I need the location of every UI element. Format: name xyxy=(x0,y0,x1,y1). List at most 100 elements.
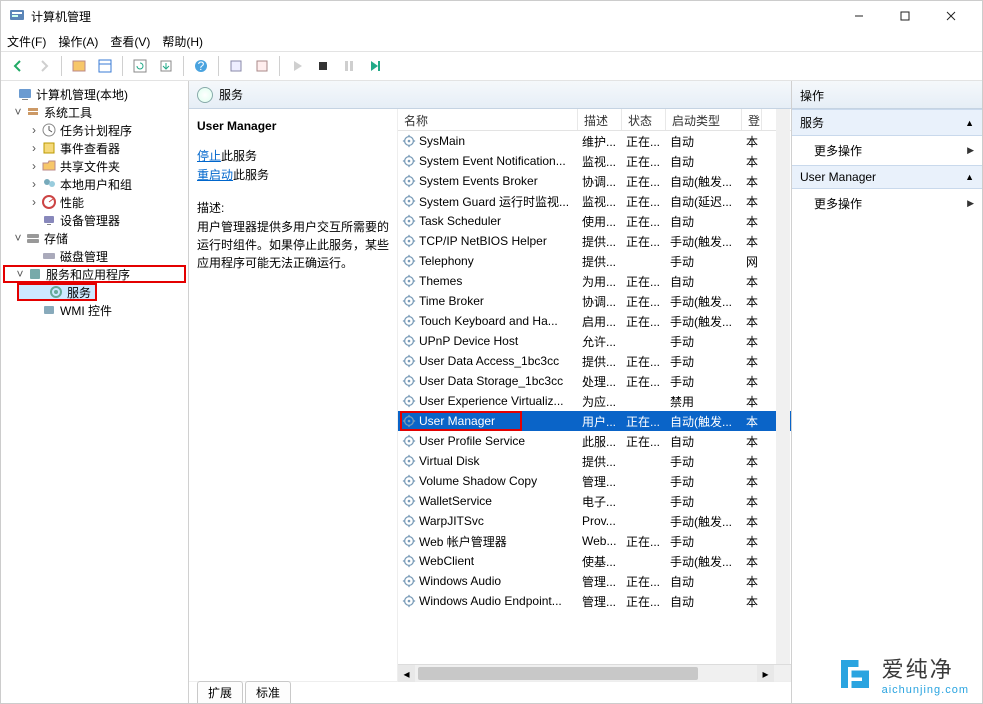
scroll-left-icon[interactable]: ◂ xyxy=(398,665,415,682)
service-row[interactable]: WarpJITSvcProv...手动(触发...本 xyxy=(398,511,791,531)
stop-icon[interactable] xyxy=(312,55,334,77)
tab-standard[interactable]: 标准 xyxy=(245,681,291,703)
service-row[interactable]: Volume Shadow Copy管理...手动本 xyxy=(398,471,791,491)
actions-section-usermanager[interactable]: User Manager▲ xyxy=(792,165,982,189)
tab-strip: 扩展 标准 xyxy=(189,681,791,703)
tree-disk-management[interactable]: 磁盘管理 xyxy=(3,247,186,265)
service-row[interactable]: Windows Audio管理...正在...自动本 xyxy=(398,571,791,591)
tree-shared-folders[interactable]: ›共享文件夹 xyxy=(3,157,186,175)
tree-root[interactable]: 计算机管理(本地) xyxy=(3,85,186,103)
service-row[interactable]: User Experience Virtualiz...为应...禁用本 xyxy=(398,391,791,411)
service-name: User Manager xyxy=(197,119,389,133)
restart-link[interactable]: 重启动 xyxy=(197,168,233,182)
play-icon[interactable] xyxy=(286,55,308,77)
service-row[interactable]: Windows Audio Endpoint...管理...正在...自动本 xyxy=(398,591,791,611)
service-row[interactable]: User Manager用户...正在...自动(触发...本 xyxy=(398,411,791,431)
more-actions-services[interactable]: 更多操作▶ xyxy=(792,136,982,165)
services-list[interactable]: SysMain维护...正在...自动本System Event Notific… xyxy=(398,131,791,664)
desc-text: 用户管理器提供多用户交互所需要的运行时组件。如果停止此服务，某些应用程序可能无法… xyxy=(197,218,389,272)
scroll-right-icon[interactable]: ▸ xyxy=(757,665,774,682)
col-startup[interactable]: 启动类型 xyxy=(666,109,742,130)
tree-wmi[interactable]: WMI 控件 xyxy=(3,301,186,319)
service-row[interactable]: Touch Keyboard and Ha...启用...正在...手动(触发.… xyxy=(398,311,791,331)
window-title: 计算机管理 xyxy=(31,8,836,25)
stop-link[interactable]: 停止 xyxy=(197,149,221,163)
service-row[interactable]: Telephony提供...手动网 xyxy=(398,251,791,271)
service-row[interactable]: WebClient使基...手动(触发...本 xyxy=(398,551,791,571)
toolbar: ? xyxy=(1,51,982,81)
vertical-scrollbar[interactable] xyxy=(776,109,790,664)
service-row[interactable]: Themes为用...正在...自动本 xyxy=(398,271,791,291)
col-desc[interactable]: 描述 xyxy=(578,109,622,130)
titlebar: 计算机管理 xyxy=(1,1,982,31)
actions-header: 操作 xyxy=(792,81,982,109)
col-logon[interactable]: 登 xyxy=(742,109,762,130)
watermark-cn: 爱纯净 xyxy=(882,652,969,684)
menubar: 文件(F) 操作(A) 查看(V) 帮助(H) xyxy=(1,31,982,51)
tree-system-tools[interactable]: ˅系统工具 xyxy=(3,103,186,121)
services-header-label: 服务 xyxy=(219,86,243,103)
services-header: 服务 xyxy=(189,81,791,109)
export-icon[interactable] xyxy=(155,55,177,77)
service-row[interactable]: User Data Access_1bc3cc提供...正在...手动本 xyxy=(398,351,791,371)
restart-suffix: 此服务 xyxy=(233,168,269,182)
forward-button[interactable] xyxy=(33,55,55,77)
menu-help[interactable]: 帮助(H) xyxy=(162,33,203,50)
watermark-en: aichunjing.com xyxy=(882,684,969,696)
tree-local-users[interactable]: ›本地用户和组 xyxy=(3,175,186,193)
service-row[interactable]: Virtual Disk提供...手动本 xyxy=(398,451,791,471)
service-row[interactable]: Time Broker协调...正在...手动(触发...本 xyxy=(398,291,791,311)
toolbar-icon[interactable] xyxy=(251,55,273,77)
tree-performance[interactable]: ›性能 xyxy=(3,193,186,211)
minimize-button[interactable] xyxy=(836,2,882,30)
column-header: 名称 描述 状态 启动类型 登 xyxy=(398,109,791,131)
maximize-button[interactable] xyxy=(882,2,928,30)
col-status[interactable]: 状态 xyxy=(622,109,666,130)
service-row[interactable]: Web 帐户管理器Web...正在...手动本 xyxy=(398,531,791,551)
tree-task-scheduler[interactable]: ›任务计划程序 xyxy=(3,121,186,139)
gear-icon xyxy=(197,87,213,103)
service-row[interactable]: User Data Storage_1bc3cc处理...正在...手动本 xyxy=(398,371,791,391)
service-row[interactable]: SysMain维护...正在...自动本 xyxy=(398,131,791,151)
close-button[interactable] xyxy=(928,2,974,30)
actions-section-services[interactable]: 服务▲ xyxy=(792,109,982,136)
horizontal-scrollbar[interactable]: ◂ ▸ xyxy=(398,664,791,681)
tree-storage[interactable]: ˅存储 xyxy=(3,229,186,247)
svg-text:?: ? xyxy=(198,59,205,73)
app-icon xyxy=(9,8,25,24)
toolbar-icon[interactable] xyxy=(225,55,247,77)
tree-services-apps[interactable]: ˅服务和应用程序 xyxy=(3,265,186,283)
watermark-logo-icon xyxy=(834,653,876,695)
restart-icon[interactable] xyxy=(364,55,386,77)
service-row[interactable]: UPnP Device Host允许...手动本 xyxy=(398,331,791,351)
help-icon[interactable]: ? xyxy=(190,55,212,77)
service-row[interactable]: Task Scheduler使用...正在...自动本 xyxy=(398,211,791,231)
scroll-thumb[interactable] xyxy=(418,667,698,680)
menu-action[interactable]: 操作(A) xyxy=(58,33,98,50)
pause-icon[interactable] xyxy=(338,55,360,77)
service-row[interactable]: TCP/IP NetBIOS Helper提供...正在...手动(触发...本 xyxy=(398,231,791,251)
back-button[interactable] xyxy=(7,55,29,77)
desc-label: 描述: xyxy=(197,199,389,216)
service-detail-pane: User Manager 停止此服务 重启动此服务 描述: 用户管理器提供多用户… xyxy=(189,109,397,681)
navigation-tree[interactable]: 计算机管理(本地) ˅系统工具 ›任务计划程序 ›事件查看器 ›共享文件夹 ›本… xyxy=(1,81,189,703)
service-row[interactable]: User Profile Service此服...正在...自动本 xyxy=(398,431,791,451)
tab-extended[interactable]: 扩展 xyxy=(197,681,243,703)
service-row[interactable]: WalletService电子...手动本 xyxy=(398,491,791,511)
tree-device-manager[interactable]: 设备管理器 xyxy=(3,211,186,229)
service-row[interactable]: System Events Broker协调...正在...自动(触发...本 xyxy=(398,171,791,191)
toolbar-icon[interactable] xyxy=(68,55,90,77)
service-row[interactable]: System Guard 运行时监视...监视...正在...自动(延迟...本 xyxy=(398,191,791,211)
menu-file[interactable]: 文件(F) xyxy=(7,33,46,50)
service-row[interactable]: System Event Notification...监视...正在...自动… xyxy=(398,151,791,171)
col-name[interactable]: 名称 xyxy=(398,109,578,130)
actions-pane: 操作 服务▲ 更多操作▶ User Manager▲ 更多操作▶ xyxy=(792,81,982,703)
stop-suffix: 此服务 xyxy=(221,149,257,163)
toolbar-icon[interactable] xyxy=(94,55,116,77)
watermark: 爱纯净 aichunjing.com xyxy=(834,652,969,696)
tree-event-viewer[interactable]: ›事件查看器 xyxy=(3,139,186,157)
tree-services[interactable]: 服务 xyxy=(17,283,97,301)
more-actions-usermanager[interactable]: 更多操作▶ xyxy=(792,189,982,218)
menu-view[interactable]: 查看(V) xyxy=(110,33,150,50)
refresh-icon[interactable] xyxy=(129,55,151,77)
